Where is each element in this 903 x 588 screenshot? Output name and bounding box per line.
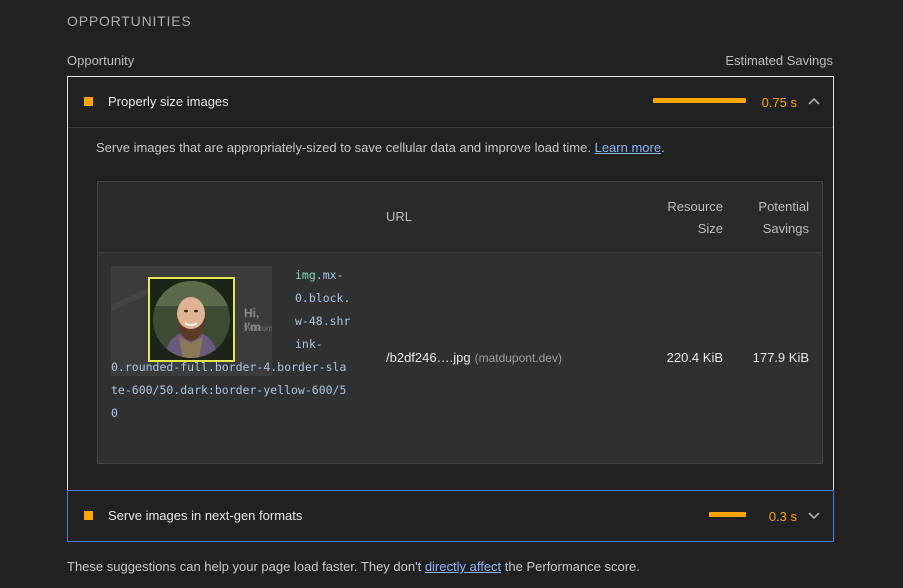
node-tag: img	[295, 268, 316, 282]
audit-properly-size-images: Properly size images 0.75 s Serve images…	[67, 76, 834, 491]
warning-square-icon	[84, 511, 93, 520]
audit-description: Serve images that are appropriately-size…	[96, 140, 665, 155]
section-title: OPPORTUNITIES	[67, 13, 192, 29]
audit-title: Serve images in next-gen formats	[108, 508, 303, 523]
footer-text-before: These suggestions can help your page loa…	[67, 559, 425, 574]
opportunity-column-header: Opportunity	[67, 53, 135, 68]
potential-savings-value: 177.9 KiB	[752, 350, 809, 365]
directly-affect-link[interactable]: directly affect	[425, 559, 501, 574]
description-text: Serve images that are appropriately-size…	[96, 140, 595, 155]
url-header: URL	[386, 209, 413, 224]
savings-bar	[709, 512, 746, 517]
resource-url[interactable]: /b2df246….jpg (matdupont.dev)	[386, 350, 562, 365]
footer-note: These suggestions can help your page loa…	[67, 559, 640, 574]
savings-value: 0.75 s	[761, 95, 797, 110]
chevron-down-icon[interactable]	[807, 508, 821, 522]
audit-header-next-gen-formats[interactable]: Serve images in next-gen formats 0.3 s	[68, 491, 833, 541]
node-selector: img.mx-0.block.w-48.shrink- 0.rounded-fu…	[111, 264, 361, 425]
chevron-up-icon[interactable]	[807, 94, 821, 108]
estimated-savings-column-header: Estimated Savings	[725, 53, 833, 68]
url-path: /b2df246….jpg	[386, 350, 471, 365]
savings-bar	[653, 98, 746, 103]
table-header: URL Resource Size Potential Savings	[98, 182, 822, 253]
details-table: URL Resource Size Potential Savings Hi, …	[97, 181, 823, 464]
description-period: .	[661, 140, 665, 155]
warning-square-icon	[84, 97, 93, 106]
url-host: (matdupont.dev)	[474, 351, 562, 365]
resource-size-header: Resource Size	[667, 199, 723, 236]
audit-serve-next-gen-formats: Serve images in next-gen formats 0.3 s	[67, 490, 834, 542]
resource-size-value: 220.4 KiB	[666, 350, 723, 365]
node-classes-rest: 0.rounded-full.border-4.border-slate-600…	[111, 360, 347, 420]
table-row: Hi, I'm Welcome	[98, 253, 822, 463]
audit-header-properly-size-images[interactable]: Properly size images 0.75 s	[68, 77, 833, 128]
footer-text-after: the Performance score.	[501, 559, 640, 574]
savings-value: 0.3 s	[768, 509, 797, 524]
potential-savings-header: Potential Savings	[758, 199, 809, 236]
audit-title: Properly size images	[108, 94, 229, 109]
learn-more-link[interactable]: Learn more	[595, 140, 661, 155]
